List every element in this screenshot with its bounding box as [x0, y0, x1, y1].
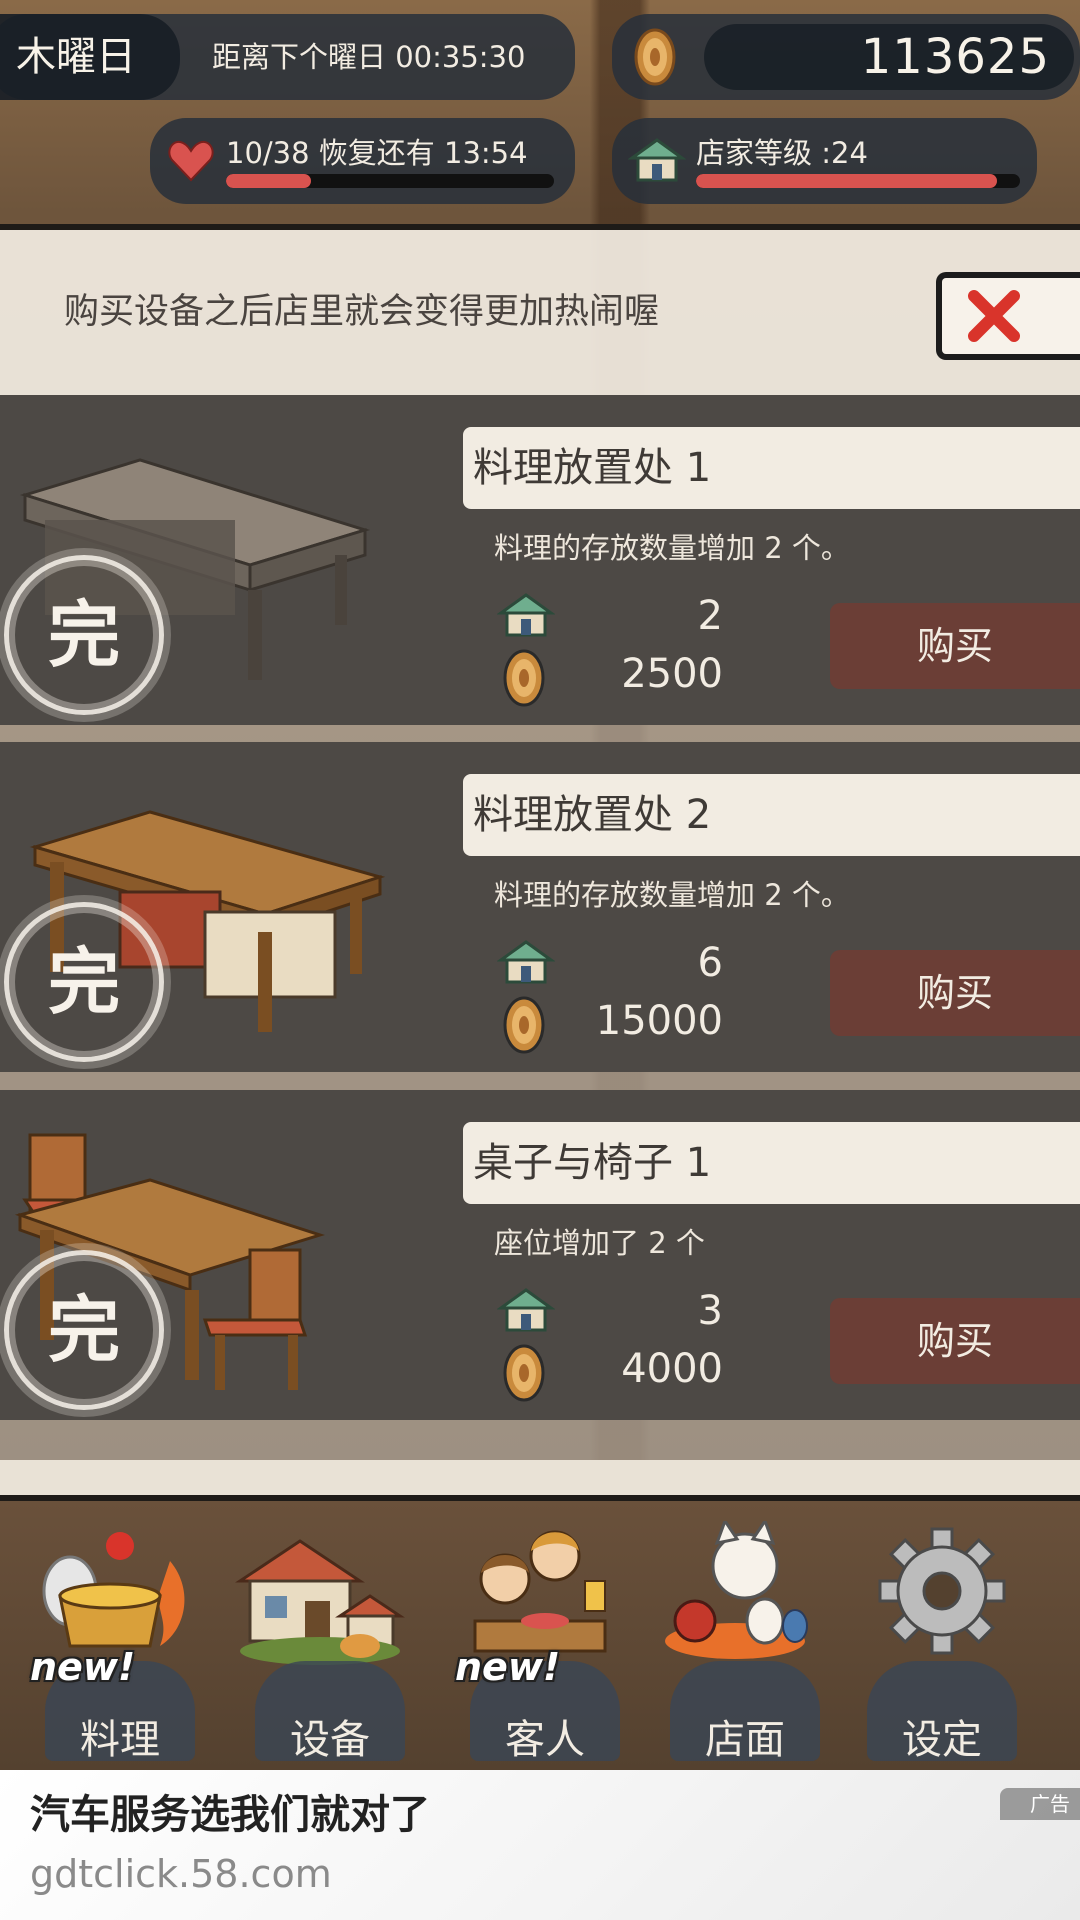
- item-title: 料理放置处 1: [473, 445, 712, 491]
- nav-item-equipment[interactable]: 设备: [210, 1501, 410, 1770]
- completed-stamp: 完: [4, 1250, 164, 1410]
- buy-button[interactable]: 购买: [830, 603, 1080, 689]
- equipment-item: 完 料理放置处 2 料理的存放数量增加 2 个。 6 15000 购买: [0, 742, 1080, 1072]
- completed-stamp-label: 完: [47, 593, 120, 677]
- house-icon: [628, 138, 686, 182]
- new-badge: new!: [455, 1645, 561, 1689]
- nav-item-cooking[interactable]: new! 料理: [0, 1501, 200, 1770]
- stamina-status: 10/38 恢复还有 13:54: [226, 136, 528, 170]
- nav-label-equipment: 设备: [290, 1717, 370, 1763]
- dialog-header: 购买设备之后店里就会变得更加热闹喔: [0, 230, 1080, 395]
- ad-title[interactable]: 汽车服务选我们就对了: [30, 1782, 430, 1840]
- coin-balance-pill: 113625: [612, 14, 1080, 100]
- completed-stamp: 完: [4, 902, 164, 1062]
- coin-balance: 113625: [860, 29, 1050, 85]
- coin-icon: [634, 28, 676, 86]
- bottom-navigation: new! 料理 设备 new! 客人 店面 设定: [0, 1501, 1080, 1770]
- item-description: 座位增加了 2 个: [494, 1226, 705, 1260]
- house-icon: [497, 593, 555, 637]
- coin-icon: [503, 996, 545, 1054]
- equipment-item: 完 桌子与椅子 1 座位增加了 2 个 3 4000 购买: [0, 1090, 1080, 1420]
- shop-level-pill: 店家等级 :24: [612, 118, 1037, 204]
- item-title-box: 料理放置处 1: [463, 427, 1080, 509]
- dialog-message: 购买设备之后店里就会变得更加热闹喔: [64, 292, 660, 332]
- ad-url[interactable]: gdtclick.58.com: [30, 1852, 332, 1896]
- coin-icon: [503, 649, 545, 707]
- shop-level-label: 店家等级 :24: [696, 136, 868, 170]
- lucky-cat-icon: [665, 1521, 808, 1659]
- buy-button-label: 购买: [916, 1319, 993, 1363]
- gear-icon: [878, 1527, 1006, 1655]
- house-icon: [497, 940, 555, 984]
- nav-item-storefront[interactable]: 店面: [625, 1501, 825, 1770]
- stamina-pill: 10/38 恢复还有 13:54: [150, 118, 575, 204]
- completed-stamp: 完: [4, 555, 164, 715]
- close-button[interactable]: [936, 272, 1080, 360]
- item-description: 料理的存放数量增加 2 个。: [494, 531, 850, 565]
- stamina-bar: [226, 174, 554, 188]
- shop-level-bar-fill: [696, 174, 998, 188]
- weekday-label: 木曜日: [0, 14, 180, 100]
- shop-building-icon: [235, 1539, 405, 1665]
- buy-button[interactable]: 购买: [830, 950, 1080, 1036]
- required-shop-level: 2: [697, 593, 723, 639]
- equipment-list: 完 料理放置处 1 料理的存放数量增加 2 个。 2 2500 购买 完 料理放…: [0, 395, 1080, 1498]
- item-title-box: 料理放置处 2: [463, 774, 1080, 856]
- heart-icon: [168, 140, 214, 182]
- coin-value-box: 113625: [704, 24, 1074, 90]
- close-x-icon: [968, 290, 1020, 342]
- nav-label-cooking: 料理: [80, 1717, 160, 1763]
- completed-stamp-label: 完: [47, 940, 120, 1024]
- nav-label-settings: 设定: [902, 1717, 982, 1763]
- coin-icon: [503, 1344, 545, 1402]
- house-icon: [497, 1288, 555, 1332]
- nav-item-customers[interactable]: new! 客人: [425, 1501, 625, 1770]
- shop-level-bar: [696, 174, 1020, 188]
- list-bottom-strip: [0, 1460, 1080, 1498]
- buy-button[interactable]: 购买: [830, 1298, 1080, 1384]
- ad-badge: 广告: [1000, 1788, 1080, 1820]
- required-shop-level: 6: [697, 940, 723, 986]
- equipment-item: 完 料理放置处 1 料理的存放数量增加 2 个。 2 2500 购买: [0, 395, 1080, 725]
- item-price: 2500: [621, 651, 723, 697]
- item-title: 料理放置处 2: [473, 792, 712, 838]
- new-badge: new!: [30, 1645, 136, 1689]
- stamina-bar-fill: [226, 174, 312, 188]
- weekday-countdown-pill: 木曜日 距离下个曜日 00:35:30: [0, 14, 575, 100]
- nav-item-settings[interactable]: 设定: [822, 1501, 1022, 1770]
- ad-banner[interactable]: 汽车服务选我们就对了 gdtclick.58.com: [0, 1770, 1080, 1920]
- completed-stamp-label: 完: [47, 1288, 120, 1372]
- next-day-countdown: 距离下个曜日 00:35:30: [212, 40, 526, 74]
- item-title: 桌子与椅子 1: [473, 1140, 712, 1186]
- buy-button-label: 购买: [916, 624, 993, 668]
- item-description: 料理的存放数量增加 2 个。: [494, 878, 850, 912]
- buy-button-label: 购买: [916, 971, 993, 1015]
- item-price: 4000: [621, 1346, 723, 1392]
- item-price: 15000: [595, 998, 723, 1044]
- required-shop-level: 3: [697, 1288, 723, 1334]
- item-title-box: 桌子与椅子 1: [463, 1122, 1080, 1204]
